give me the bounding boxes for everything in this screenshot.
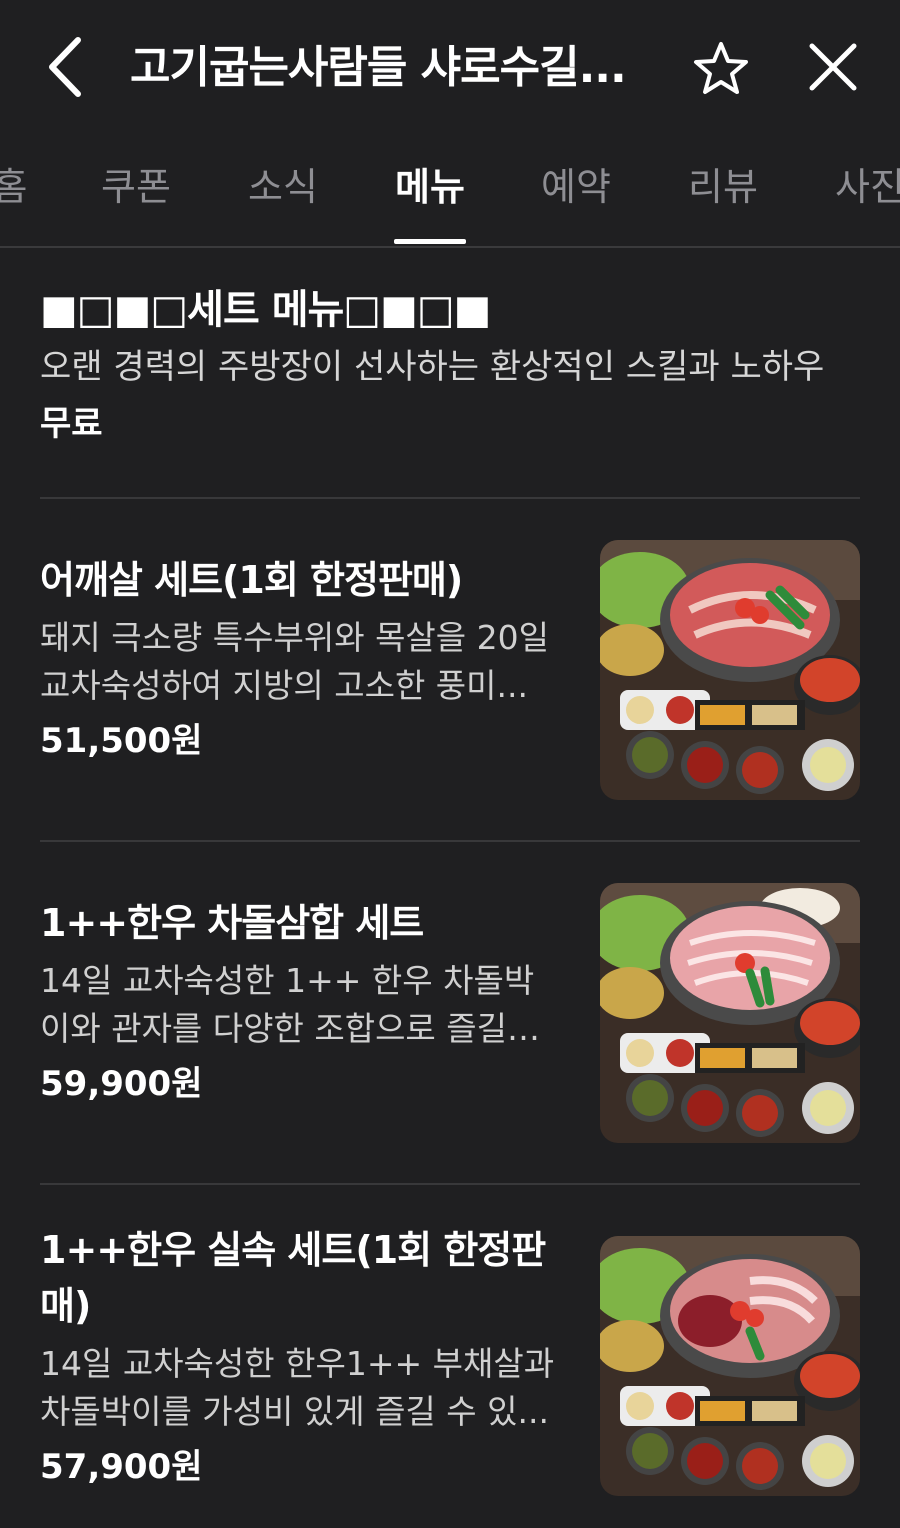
set-menu-notice[interactable]: ■□■□세트 메뉴□■□■ 오랜 경력의 주방장이 선사하는 환상적인 스킬과 … — [40, 270, 860, 454]
menu-item-name: 1++한우 실속 세트(1회 한정판매) — [40, 1228, 546, 1328]
active-tab-indicator — [394, 239, 466, 244]
menu-item-photo — [600, 883, 860, 1143]
tab-home[interactable]: 홈 — [0, 157, 50, 227]
tab-bar: 홈 쿠폰 소식 메뉴 예약 리뷰 사진 — [0, 135, 900, 248]
menu-item-description: 돼지 극소량 특수부위와 목살을 20일 교차숙성하여 지방의 고소한 풍미..… — [40, 618, 549, 705]
back-button[interactable] — [38, 30, 98, 104]
top-app-bar: 고기굽는사람들 샤로수길... — [0, 0, 900, 135]
tab-reservation[interactable]: 예약 — [536, 157, 616, 227]
menu-item-photo — [600, 540, 860, 800]
menu-item[interactable]: 1++한우 차돌삼합 세트 14일 교차숙성한 1++ 한우 차돌박이와 관자를… — [40, 883, 860, 1145]
menu-item-price: 59,900원 — [40, 1064, 203, 1104]
close-icon — [809, 43, 857, 91]
menu-item-photo — [600, 1236, 860, 1496]
menu-item-description: 14일 교차숙성한 1++ 한우 차돌박이와 관자를 다양한 조합으로 즐길 수… — [40, 961, 535, 1048]
menu-item[interactable]: 1++한우 실속 세트(1회 한정판매) 14일 교차숙성한 한우1++ 부채살… — [40, 1228, 860, 1498]
divider — [40, 1183, 860, 1185]
favorite-button[interactable] — [690, 38, 752, 100]
notice-price: 무료 — [40, 404, 103, 444]
menu-item-price: 51,500원 — [40, 721, 203, 761]
menu-item-name: 1++한우 차돌삼합 세트 — [40, 901, 424, 945]
menu-item[interactable]: 어깨살 세트(1회 한정판매) 돼지 극소량 특수부위와 목살을 20일 교차숙… — [40, 540, 860, 802]
tab-photo[interactable]: 사진 — [830, 157, 900, 227]
notice-description: 오랜 경력의 주방장이 선사하는 환상적인 스킬과 노하우 — [40, 347, 825, 387]
close-button[interactable] — [804, 38, 862, 96]
menu-item-name: 어깨살 세트(1회 한정판매) — [40, 558, 463, 602]
divider — [40, 840, 860, 842]
tab-coupon[interactable]: 쿠폰 — [96, 157, 176, 227]
notice-title: ■□■□세트 메뉴□■□■ — [40, 287, 491, 333]
tab-news[interactable]: 소식 — [243, 157, 323, 227]
chevron-left-icon — [49, 37, 81, 97]
divider — [40, 497, 860, 499]
tab-menu[interactable]: 메뉴 — [390, 157, 470, 227]
page-title: 고기굽는사람들 샤로수길... — [130, 42, 627, 93]
menu-item-description: 14일 교차숙성한 한우1++ 부채살과 차돌박이를 가성비 있게 즐길 수 있… — [40, 1344, 555, 1431]
star-outline-icon — [694, 42, 748, 94]
menu-item-price: 57,900원 — [40, 1447, 203, 1487]
tab-review[interactable]: 리뷰 — [683, 157, 763, 227]
